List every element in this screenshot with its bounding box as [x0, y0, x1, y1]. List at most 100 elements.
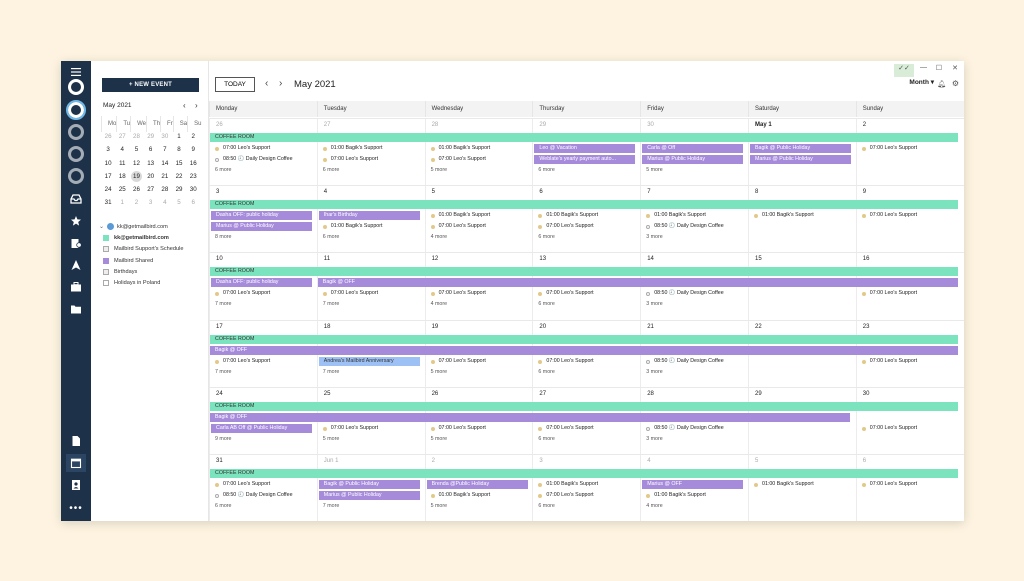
event-bar-coffee-room[interactable]: COFFEE ROOM — [210, 267, 958, 277]
event-item[interactable]: 07:00 Leo's Support — [858, 289, 962, 298]
event-item[interactable]: 07:00 Leo's Support — [858, 480, 962, 489]
mini-day[interactable]: 2 — [129, 197, 143, 208]
more-events-link[interactable]: 5 more — [323, 436, 340, 442]
event-bar-coffee-room[interactable]: COFFEE ROOM — [210, 469, 958, 478]
mini-day[interactable]: 3 — [144, 197, 158, 208]
event-item[interactable]: 07:00 Leo's Support — [211, 357, 315, 366]
mini-day[interactable]: 6 — [144, 144, 158, 155]
more-events-link[interactable]: 6 more — [538, 167, 555, 173]
mini-day[interactable]: 19 — [130, 170, 142, 182]
event-item[interactable]: 07:00 Leo's Support — [319, 155, 423, 164]
event-item[interactable]: 07:00 Leo's Support — [211, 480, 315, 489]
more-events-link[interactable]: 6 more — [538, 301, 555, 307]
calendar-checkbox[interactable] — [103, 280, 109, 287]
mini-day[interactable]: 6 — [186, 197, 200, 208]
more-events-link[interactable]: 9 more — [215, 436, 232, 442]
event-item[interactable]: 07:00 Leo's Support — [858, 424, 962, 433]
account-row[interactable]: ⌄ kk@getmailbird.com — [99, 221, 207, 232]
mini-day[interactable]: 8 — [172, 144, 186, 155]
more-events-link[interactable]: 7 more — [215, 301, 232, 307]
mini-day[interactable]: 20 — [144, 171, 158, 182]
more-events-link[interactable]: 8 more — [215, 234, 232, 240]
mini-day[interactable]: 22 — [172, 171, 186, 182]
more-events-link[interactable]: 6 more — [538, 503, 555, 509]
event-chip[interactable]: Bagik @ Public Holiday — [318, 480, 420, 489]
calendar-item[interactable]: Holidays in Poland — [99, 277, 207, 288]
more-events-link[interactable]: 4 more — [431, 234, 448, 240]
more-events-link[interactable]: 5 more — [431, 369, 448, 375]
more-events-link[interactable]: 4 more — [646, 503, 663, 509]
more-events-link[interactable]: 7 more — [323, 503, 340, 509]
minimize-icon[interactable]: — — [920, 64, 927, 71]
event-item[interactable]: 07:00 Leo's Support — [211, 289, 315, 298]
event-chip[interactable]: Dasha OFF: public holiday — [211, 278, 312, 288]
event-chip[interactable]: Carla @ Off — [642, 144, 744, 153]
event-item[interactable]: 07:00 Leo's Support — [858, 357, 962, 366]
event-item[interactable]: 01:00 Bagik's Support — [642, 211, 746, 220]
more-events-link[interactable]: 5 more — [431, 503, 448, 509]
event-chip[interactable]: Marius @ Public Holiday — [318, 491, 420, 500]
event-bar[interactable]: Bagik @ OFF — [317, 278, 958, 288]
event-item[interactable]: 08:50 🕘 Daily Design Coffee — [211, 491, 315, 500]
mini-day[interactable]: 28 — [129, 131, 143, 142]
event-item[interactable]: 07:00 Leo's Support — [427, 222, 531, 231]
mini-day[interactable]: 29 — [172, 184, 186, 195]
day-cell[interactable]: 30 — [855, 387, 964, 455]
today-button[interactable]: TODAY — [215, 77, 255, 92]
event-chip[interactable]: Andrea's Mailbird Anniversary — [318, 356, 420, 366]
chevron-right-icon[interactable]: › — [279, 78, 282, 90]
event-item[interactable]: 08:50 🕘 Daily Design Coffee — [211, 155, 315, 164]
send-icon[interactable] — [66, 256, 86, 274]
mini-day[interactable]: 17 — [101, 171, 115, 182]
mini-day[interactable]: 12 — [129, 158, 143, 169]
chevron-down-icon[interactable]: ⌄ — [99, 223, 104, 230]
chevron-left-icon[interactable]: ‹ — [183, 101, 186, 110]
mini-day[interactable]: 25 — [115, 184, 129, 195]
event-bar-coffee-room[interactable]: COFFEE ROOM — [210, 334, 958, 344]
drafts-icon[interactable] — [66, 234, 86, 252]
event-item[interactable]: 01:00 Bagik's Support — [427, 491, 531, 500]
event-chip[interactable]: Brenda @Public Holiday — [426, 480, 528, 489]
calendar-item[interactable]: Birthdays — [99, 266, 207, 277]
chevron-right-icon[interactable]: › — [195, 101, 198, 110]
calendar-icon[interactable] — [66, 454, 86, 472]
mini-day[interactable]: 7 — [158, 144, 172, 155]
event-bar[interactable]: Bagik @ OFF — [210, 412, 850, 422]
more-events-link[interactable]: 7 more — [215, 369, 232, 375]
more-events-link[interactable]: 7 more — [323, 369, 340, 375]
event-item[interactable]: 01:00 Bagik's Support — [750, 480, 854, 489]
more-events-link[interactable]: 5 more — [431, 436, 448, 442]
event-chip[interactable]: Bagik @ Public Holiday — [750, 144, 851, 153]
mini-day[interactable]: 26 — [101, 131, 115, 142]
event-chip[interactable]: Dasha OFF: public holiday — [211, 211, 312, 221]
event-bar-coffee-room[interactable]: COFFEE ROOM — [210, 133, 958, 142]
mini-day[interactable]: 5 — [172, 197, 186, 208]
event-chip[interactable]: Ihar's Birthday — [318, 211, 420, 221]
event-bar[interactable]: Bagik @ OFF — [210, 345, 958, 355]
more-events-link[interactable]: 3 more — [646, 301, 663, 307]
event-chip[interactable]: Marius @ Public Holiday — [642, 155, 744, 164]
event-item[interactable]: 07:00 Leo's Support — [319, 424, 423, 433]
mini-day[interactable]: 4 — [158, 197, 172, 208]
more-events-link[interactable]: 3 more — [646, 436, 663, 442]
mini-day[interactable]: 18 — [115, 171, 129, 182]
event-item[interactable]: 07:00 Leo's Support — [427, 357, 531, 366]
calendar-item[interactable]: Mailbird Shared — [99, 255, 207, 266]
event-item[interactable]: 01:00 Bagik's Support — [750, 211, 854, 220]
more-events-link[interactable]: 3 more — [646, 369, 663, 375]
mini-day[interactable]: 1 — [115, 197, 129, 208]
new-event-button[interactable]: + NEW EVENT — [102, 78, 199, 92]
event-item[interactable]: 01:00 Bagik's Support — [427, 211, 531, 220]
event-chip[interactable]: Marius @ OFF — [642, 480, 744, 489]
mini-day[interactable]: 30 — [158, 131, 172, 142]
mini-day[interactable]: 23 — [186, 171, 200, 182]
account-icon[interactable] — [68, 146, 84, 162]
more-events-link[interactable]: 3 more — [646, 234, 663, 240]
sync-icon[interactable]: ✓✓ — [894, 64, 914, 77]
event-chip[interactable]: Leo @ Vacation — [534, 144, 636, 153]
more-events-link[interactable]: 6 more — [538, 234, 555, 240]
event-item[interactable]: 01:00 Bagik's Support — [534, 211, 638, 220]
account-icon[interactable] — [68, 79, 84, 95]
event-item[interactable]: 01:00 Bagik's Support — [534, 480, 638, 489]
event-item[interactable]: 07:00 Leo's Support — [534, 222, 638, 231]
